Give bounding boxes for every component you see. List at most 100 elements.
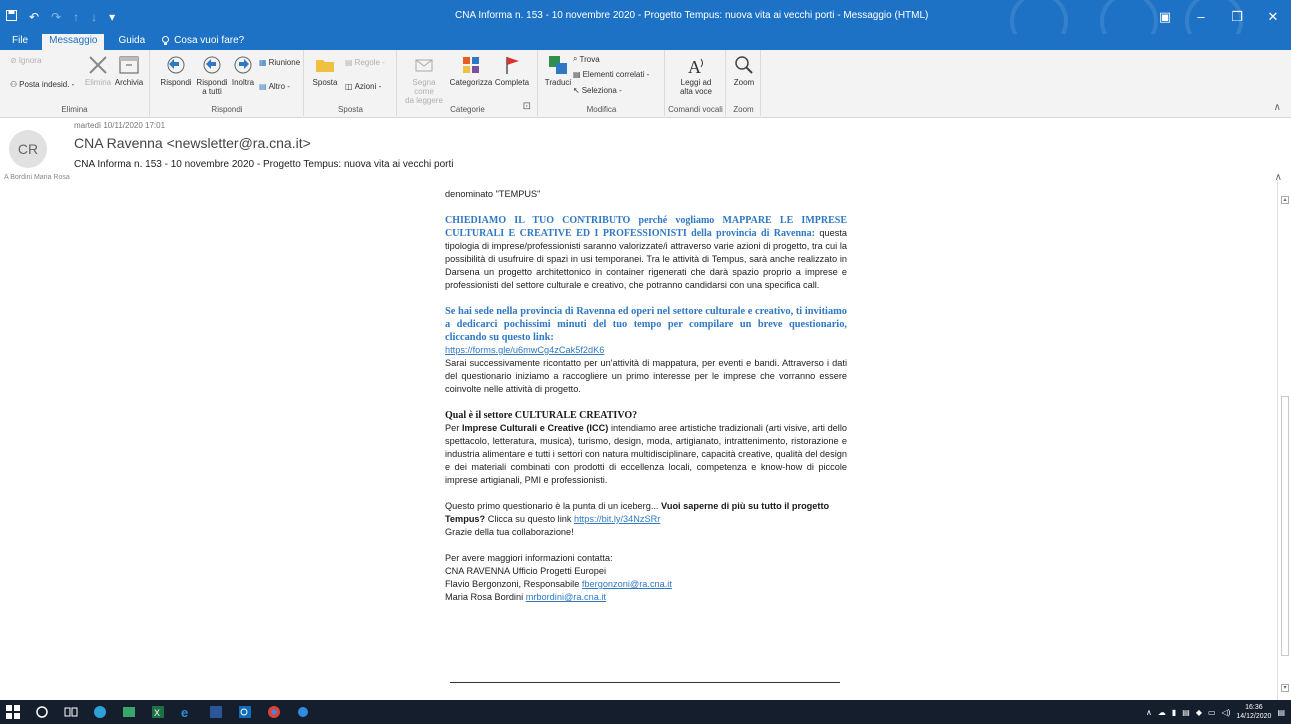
display-icon[interactable]: ▭	[1208, 708, 1216, 717]
subject: CNA Informa n. 153 - 10 novembre 2020 - …	[74, 159, 454, 170]
junk-icon: ⚇	[10, 80, 18, 89]
tab-file[interactable]: File	[10, 34, 30, 50]
divider	[450, 682, 840, 683]
actions-icon: ◫	[345, 82, 353, 91]
windows-start-icon[interactable]	[6, 705, 20, 719]
delete-x-icon	[89, 56, 107, 74]
search-icon: ⌕	[573, 54, 578, 63]
title-bar: ↶ ↷ ↑ ↓ ▾ CNA Informa n. 153 - 10 novemb…	[0, 0, 1291, 50]
group-label-rispondi: Rispondi	[211, 105, 243, 114]
regole-button[interactable]: ▤ Regole -	[345, 58, 385, 67]
edge-icon[interactable]: e	[180, 705, 194, 720]
seleziona-button[interactable]: ↖ Seleziona -	[573, 86, 622, 95]
tempus-link[interactable]: https://bit.ly/34NzSRr	[574, 514, 660, 524]
group-sposta: Sposta ▤ Regole - ◫ Azioni - Sposta	[305, 50, 397, 116]
scrollbar-thumb[interactable]	[1281, 396, 1289, 656]
message-date: martedì 10/11/2020 17:01	[74, 121, 166, 130]
cloud-icon[interactable]: ☁	[1158, 708, 1166, 717]
network-icon[interactable]: ▤	[1182, 708, 1190, 717]
group-categorie: Segna come da leggere Categorizza Comple…	[398, 50, 538, 116]
elimina-button[interactable]: Elimina	[82, 54, 114, 87]
dialog-launcher-icon[interactable]: ⊡	[523, 101, 531, 112]
battery-icon[interactable]: ▮	[1172, 708, 1176, 717]
mail-content: denominato "TEMPUS" CHIEDIAMO IL TUO CON…	[445, 188, 847, 604]
tell-me-label: Cosa vuoi fare?	[174, 35, 245, 46]
archivia-button[interactable]: Archivia	[112, 54, 146, 87]
ribbon: ⊘ Ignora ⚇ Posta indesid. - Elimina Archiv…	[0, 50, 1291, 118]
ignora-button[interactable]: ⊘ Ignora	[10, 56, 41, 65]
message-header: CR martedì 10/11/2020 17:01 CNA Ravenna …	[0, 118, 1291, 183]
sposta-button[interactable]: Sposta	[311, 54, 339, 87]
related-items-icon: ▤	[573, 70, 581, 79]
paragraph-icc: Per Imprese Culturali e Creative (ICC) i…	[445, 423, 847, 485]
elementi-correlati-button[interactable]: ▤ Elementi correlati -	[573, 70, 649, 79]
vertical-scrollbar[interactable]: ▴ ▾	[1277, 180, 1291, 700]
scroll-down-icon[interactable]: ▾	[1281, 684, 1289, 692]
tab-messaggio[interactable]: Messaggio	[42, 34, 105, 50]
message-body: denominato "TEMPUS" CHIEDIAMO IL TUO CON…	[0, 180, 1277, 700]
translate-icon	[549, 56, 567, 74]
altro-button[interactable]: ▤ Altro -	[259, 82, 290, 91]
magnifier-icon	[735, 56, 753, 74]
rispondi-button[interactable]: Rispondi	[157, 54, 195, 87]
body-text: denominato "TEMPUS"	[445, 189, 541, 199]
contact-line: Flavio Bergonzoni, Responsabile fbergonz…	[445, 579, 672, 589]
collapse-ribbon-icon[interactable]: ∧	[1274, 102, 1281, 113]
app-icon[interactable]	[296, 705, 310, 719]
tray-app-icon[interactable]: ◆	[1196, 708, 1202, 717]
down-arrow-icon[interactable]: ↓	[91, 10, 97, 24]
sender[interactable]: CNA Ravenna <newsletter@ra.cna.it>	[74, 135, 311, 151]
reply-icon	[167, 56, 185, 74]
group-label-categorie: Categorie	[450, 105, 485, 114]
trova-button[interactable]: ⌕ Trova	[573, 54, 600, 64]
outlook-icon[interactable]	[238, 705, 252, 719]
group-elimina: ⊘ Ignora ⚇ Posta indesid. - Elimina Archiv…	[0, 50, 150, 116]
azioni-button[interactable]: ◫ Azioni -	[345, 82, 381, 91]
posta-indesiderata-button[interactable]: ⚇ Posta indesid. -	[10, 80, 74, 89]
leggi-ad-alta-voce-button[interactable]: A Leggi ad alta voce	[676, 54, 716, 96]
inoltra-button[interactable]: Inoltra	[229, 54, 257, 87]
up-arrow-icon[interactable]: ↑	[73, 10, 79, 24]
save-icon[interactable]	[6, 10, 17, 24]
questionnaire-link[interactable]: https://forms.gle/u6mwCg4zCak5f2dK6	[445, 345, 604, 355]
volume-icon[interactable]: ◁)	[1222, 708, 1231, 717]
search-circle-icon[interactable]	[35, 705, 49, 719]
chevron-up-icon[interactable]: ∧	[1146, 708, 1152, 717]
rispondi-a-tutti-button[interactable]: Rispondi a tutti	[195, 54, 229, 96]
tab-guida[interactable]: Guida	[116, 34, 147, 50]
window-title: CNA Informa n. 153 - 10 novembre 2020 - …	[455, 10, 929, 21]
email-link[interactable]: mrbordini@ra.cna.it	[526, 592, 606, 602]
riunione-button[interactable]: ▦ Riunione	[259, 58, 300, 67]
scroll-up-icon[interactable]: ▴	[1281, 196, 1289, 204]
categorizza-button[interactable]: Categorizza	[448, 54, 494, 87]
customize-qat-icon[interactable]: ▾	[109, 10, 115, 24]
traduci-button[interactable]: Traduci	[543, 54, 573, 87]
tell-me-search[interactable]: Cosa vuoi fare?	[159, 34, 246, 50]
task-view-icon[interactable]	[64, 705, 78, 719]
paragraph-iceberg: Questo primo questionario è la punta di …	[445, 501, 830, 524]
group-label-zoom: Zoom	[733, 105, 754, 114]
notifications-icon[interactable]: ▤	[1277, 708, 1285, 717]
redo-icon[interactable]: ↷	[51, 10, 61, 24]
app-icon[interactable]	[93, 705, 107, 719]
zoom-button[interactable]: Zoom	[729, 54, 759, 87]
excel-icon[interactable]: X	[151, 705, 165, 719]
app-icon[interactable]	[122, 705, 136, 719]
segna-come-da-leggere-button[interactable]: Segna come da leggere	[402, 54, 446, 105]
chrome-icon[interactable]	[267, 705, 281, 719]
email-link[interactable]: fbergonzoni@ra.cna.it	[582, 579, 672, 589]
word-icon[interactable]	[209, 705, 223, 719]
forward-icon	[234, 56, 252, 74]
maximize-icon[interactable]: ❐	[1219, 0, 1255, 34]
move-folder-icon	[316, 60, 334, 72]
group-rispondi: Rispondi Rispondi a tutti Inoltra ▦ Riuni…	[151, 50, 304, 116]
ribbon-display-options-icon[interactable]: ▣	[1147, 0, 1183, 34]
ribbon-tabs: File Messaggio Guida Cosa vuoi fare?	[0, 34, 1291, 50]
close-icon[interactable]: ✕	[1255, 0, 1291, 34]
completa-button[interactable]: Completa	[494, 54, 530, 87]
undo-icon[interactable]: ↶	[29, 10, 39, 24]
clock[interactable]: 16:36 14/12/2020	[1236, 703, 1271, 721]
minimize-icon[interactable]: –	[1183, 0, 1219, 34]
group-label-comandi-vocali: Comandi vocali	[668, 105, 723, 114]
archive-icon	[119, 56, 139, 74]
